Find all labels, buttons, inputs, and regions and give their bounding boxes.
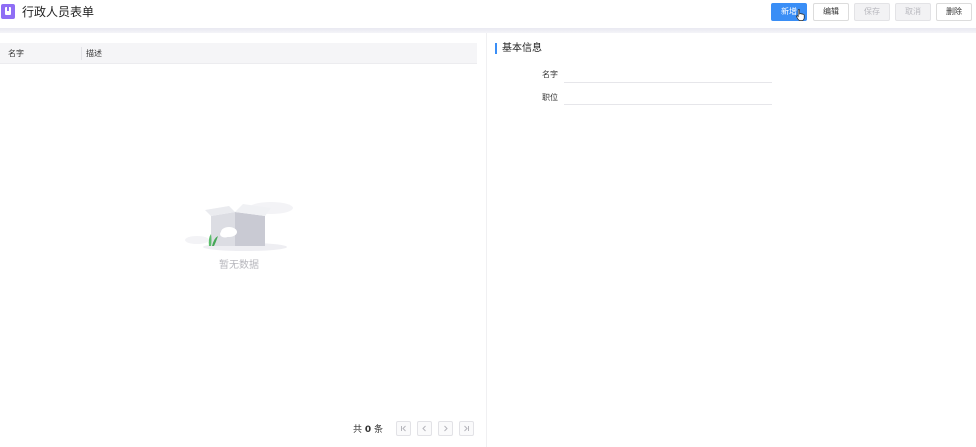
position-field[interactable]: [564, 104, 772, 105]
empty-box-icon: [185, 202, 293, 251]
delete-button[interactable]: 删除: [936, 3, 972, 21]
column-header-description[interactable]: 描述: [86, 48, 102, 59]
next-page-button[interactable]: [438, 421, 453, 436]
total-suffix: 条: [374, 425, 384, 435]
app-header: 行政人员表单 新增 编辑 保存 取消 删除: [0, 0, 976, 28]
total-count: 0: [364, 425, 372, 435]
position-label: 职位: [542, 93, 558, 102]
chevron-right-icon: [444, 425, 448, 432]
page-title: 行政人员表单: [22, 5, 95, 19]
first-page-button[interactable]: [396, 421, 411, 436]
table-header: 名字 描述: [0, 43, 477, 64]
edit-button[interactable]: 编辑: [813, 3, 849, 21]
first-page-icon: [401, 425, 406, 432]
chevron-left-icon: [422, 425, 426, 432]
list-panel: 名字 描述 暂无数据 共 0 条: [0, 33, 487, 447]
last-page-icon: [464, 425, 469, 432]
column-header-name[interactable]: 名字: [8, 48, 24, 59]
name-field[interactable]: [564, 82, 772, 83]
pagination-total: 共 0 条: [353, 424, 383, 436]
section-accent: [495, 43, 497, 54]
prev-page-button[interactable]: [417, 421, 432, 436]
empty-state-text: 暂无数据: [219, 260, 259, 271]
column-divider: [81, 47, 82, 60]
total-prefix: 共: [353, 425, 363, 435]
detail-form-panel: 基本信息 名字 职位: [488, 33, 976, 447]
document-icon: [1, 4, 15, 19]
last-page-button[interactable]: [459, 421, 474, 436]
save-button[interactable]: 保存: [854, 3, 890, 21]
section-title: 基本信息: [502, 43, 542, 54]
name-label: 名字: [542, 70, 558, 79]
cancel-button[interactable]: 取消: [895, 3, 931, 21]
hand-cursor-icon: [796, 9, 805, 21]
